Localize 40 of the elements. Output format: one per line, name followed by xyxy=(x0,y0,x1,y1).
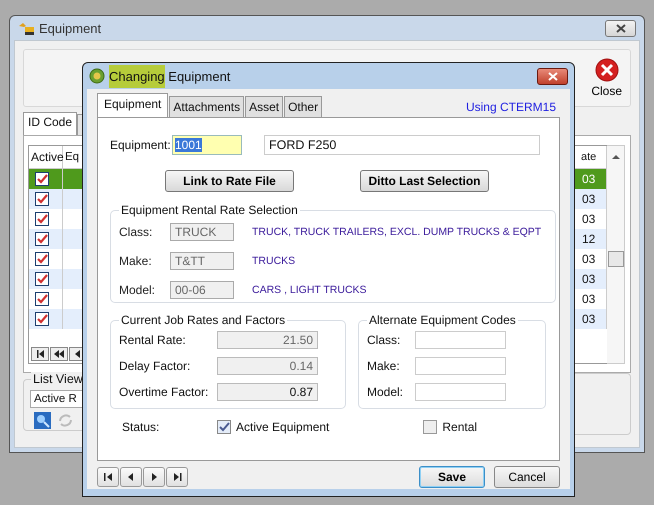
read-only-field: TRUCK xyxy=(170,222,234,240)
equipment-field[interactable]: 1001 xyxy=(172,135,242,155)
field-label: Equipment: xyxy=(110,138,170,152)
checkbox-label: Rental xyxy=(442,420,478,434)
field-label: Model: xyxy=(367,385,404,399)
group-label: List View xyxy=(31,372,85,386)
action-button[interactable]: Ditto Last Selection xyxy=(360,170,489,192)
tab[interactable]: Asset xyxy=(245,96,284,117)
field-label: Overtime Factor: xyxy=(119,385,210,399)
dialog-button[interactable]: Save xyxy=(419,466,485,488)
field-label: Make: xyxy=(119,254,153,268)
column-header: Active xyxy=(29,146,63,168)
group-title: Current Job Rates and Factors xyxy=(120,313,286,327)
close-tool-button[interactable]: Close xyxy=(591,58,622,98)
tab[interactable]: Attachments xyxy=(169,96,244,117)
rate-description: TRUCKS xyxy=(252,254,296,266)
tab[interactable]: Other xyxy=(284,96,322,117)
database-label: Using CTERM15 xyxy=(466,100,556,114)
rate-description: TRUCK, TRUCK TRAILERS, EXCL. DUMP TRUCKS & EQPT xyxy=(252,226,542,238)
read-only-field: T&TT xyxy=(170,252,234,270)
rate-description: CARS , LIGHT TRUCKS xyxy=(252,284,367,296)
column-header: Eq xyxy=(64,151,80,163)
field-label: Class: xyxy=(119,224,154,238)
number-field[interactable]: 0.87 xyxy=(217,383,318,401)
field-label: Make: xyxy=(367,359,401,373)
window-title: Equipment xyxy=(39,20,102,36)
checkbox-label: Active Equipment xyxy=(236,420,330,434)
tab[interactable]: Equipment xyxy=(97,93,168,117)
field-label: Delay Factor: xyxy=(119,359,192,373)
group-title: Equipment Rental Rate Selection xyxy=(120,203,299,217)
tab[interactable]: ID Code xyxy=(23,112,78,135)
read-only-field: 00-06 xyxy=(170,280,234,298)
field-label: Class: xyxy=(367,333,402,347)
action-button[interactable]: Link to Rate File xyxy=(165,170,294,192)
field-label: Status: xyxy=(122,420,160,434)
field-label: Rental Rate: xyxy=(119,333,187,347)
group-title: Alternate Equipment Codes xyxy=(368,313,517,327)
dialog-button[interactable]: Cancel xyxy=(494,466,560,488)
field-label: Model: xyxy=(119,282,156,296)
description-field[interactable]: FORD F250 xyxy=(264,135,540,155)
